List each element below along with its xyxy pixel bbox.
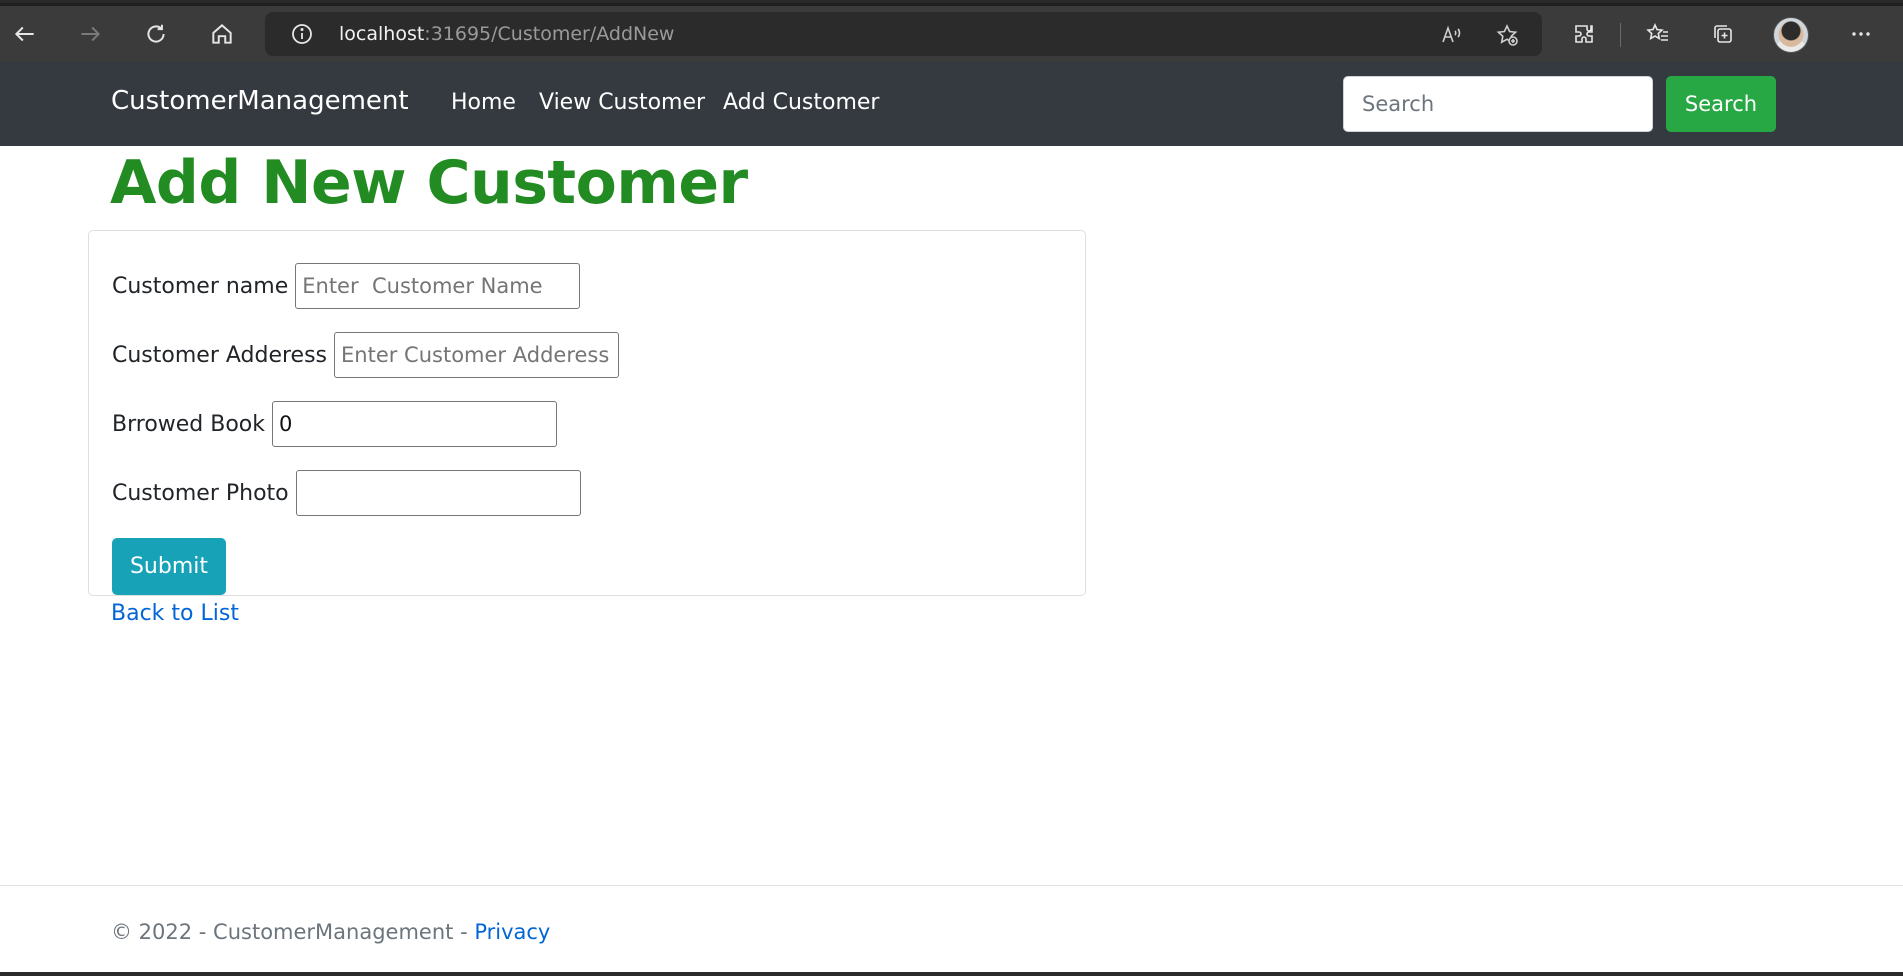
page-footer: © 2022 - CustomerManagement - Privacy bbox=[0, 885, 1903, 976]
add-customer-form: Customer name Customer Adderess Brrowed … bbox=[88, 230, 1086, 596]
customer-photo-label: Customer Photo bbox=[112, 480, 289, 506]
customer-address-label: Customer Adderess bbox=[112, 342, 328, 368]
extensions-icon[interactable] bbox=[1566, 16, 1602, 52]
search-button[interactable]: Search bbox=[1666, 76, 1776, 132]
url-host: localhost bbox=[339, 23, 425, 45]
tab-strip-edge bbox=[0, 3, 1903, 6]
customer-address-input[interactable] bbox=[334, 332, 620, 378]
customer-name-label: Customer name bbox=[112, 273, 289, 299]
forward-arrow-icon[interactable] bbox=[72, 16, 108, 52]
search-input[interactable] bbox=[1343, 76, 1653, 132]
customer-address-row: Customer Adderess bbox=[112, 332, 620, 378]
customer-photo-input[interactable] bbox=[295, 470, 581, 516]
footer-text: © 2022 - CustomerManagement - Privacy bbox=[111, 920, 550, 944]
add-favorite-icon[interactable] bbox=[1493, 21, 1521, 49]
browser-toolbar: localhost:31695/Customer/AddNew bbox=[0, 0, 1903, 62]
profile-avatar[interactable] bbox=[1773, 17, 1809, 53]
brand-link[interactable]: CustomerManagement bbox=[111, 86, 409, 116]
privacy-link[interactable]: Privacy bbox=[474, 920, 550, 944]
customer-name-row: Customer name bbox=[112, 263, 581, 309]
nav-link-view-customer[interactable]: View Customer bbox=[539, 90, 705, 115]
submit-button[interactable]: Submit bbox=[112, 538, 226, 595]
toolbar-divider bbox=[1620, 23, 1621, 47]
back-to-list-link[interactable]: Back to List bbox=[111, 601, 239, 626]
borrowed-book-input[interactable] bbox=[272, 401, 558, 447]
footer-copyright: © 2022 - CustomerManagement - bbox=[111, 920, 475, 944]
window-bottom-edge bbox=[0, 972, 1903, 976]
url-path: :31695/Customer/AddNew bbox=[424, 23, 675, 45]
url-text[interactable]: localhost:31695/Customer/AddNew bbox=[339, 23, 674, 45]
address-bar[interactable]: localhost:31695/Customer/AddNew bbox=[265, 12, 1542, 56]
refresh-icon[interactable] bbox=[138, 16, 174, 52]
collections-icon[interactable] bbox=[1705, 16, 1741, 52]
read-aloud-icon[interactable] bbox=[1438, 21, 1466, 49]
borrowed-book-label: Brrowed Book bbox=[112, 411, 266, 437]
more-menu-icon[interactable] bbox=[1843, 16, 1879, 52]
nav-link-home[interactable]: Home bbox=[451, 90, 516, 115]
customer-photo-row: Customer Photo bbox=[112, 470, 581, 516]
customer-name-input[interactable] bbox=[295, 263, 581, 309]
back-arrow-icon[interactable] bbox=[7, 16, 43, 52]
borrowed-book-row: Brrowed Book bbox=[112, 401, 558, 447]
page-title: Add New Customer bbox=[110, 148, 748, 218]
info-icon[interactable] bbox=[289, 21, 315, 47]
home-icon[interactable] bbox=[204, 16, 240, 52]
favorites-icon[interactable] bbox=[1640, 16, 1676, 52]
nav-link-add-customer[interactable]: Add Customer bbox=[723, 90, 879, 115]
app-navbar: CustomerManagement Home View Customer Ad… bbox=[0, 62, 1903, 146]
